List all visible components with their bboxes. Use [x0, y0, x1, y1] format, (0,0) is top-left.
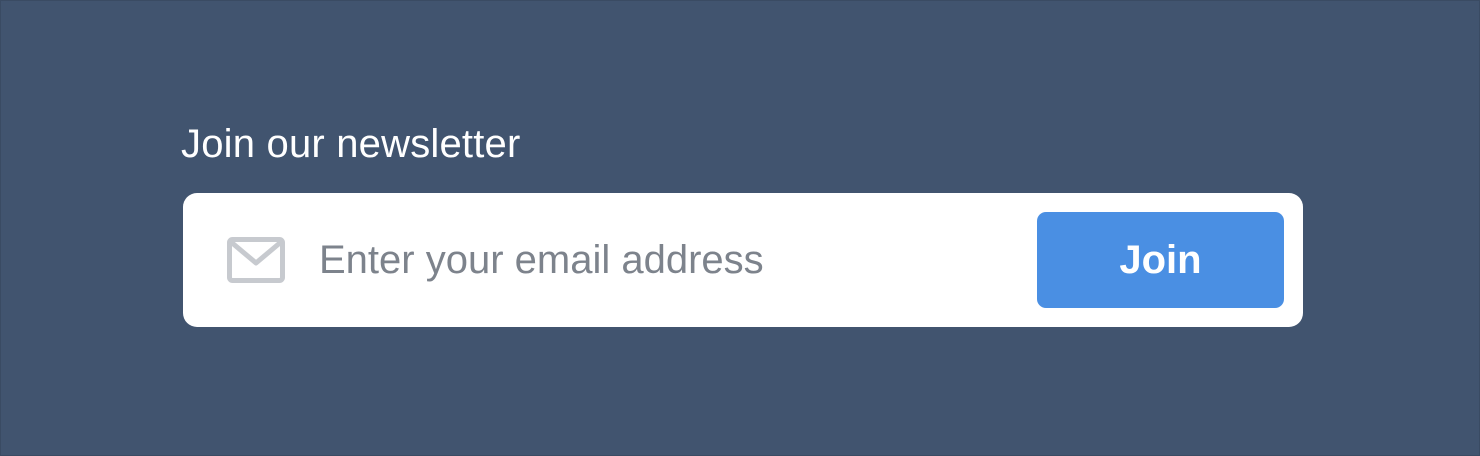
email-input[interactable]: [319, 223, 1019, 297]
mail-icon: [227, 237, 285, 283]
newsletter-heading: Join our newsletter: [181, 122, 521, 166]
newsletter-form: Join: [183, 193, 1303, 327]
join-button[interactable]: Join: [1037, 212, 1284, 308]
newsletter-signup: Join our newsletter Join: [181, 120, 1303, 327]
